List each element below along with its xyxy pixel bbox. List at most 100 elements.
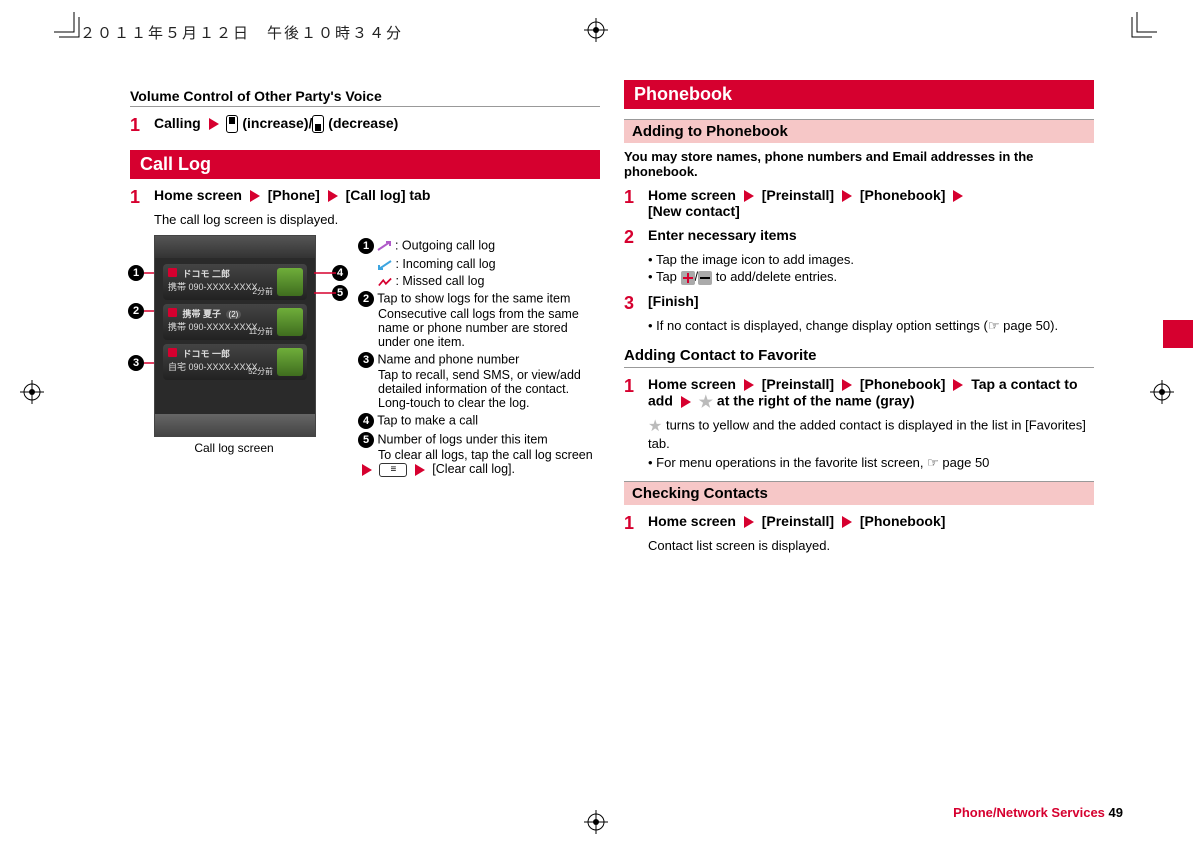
hand-pointer-icon xyxy=(927,455,939,470)
row-meta: 2分前 xyxy=(253,286,273,297)
desc-text: turns to yellow and the added contact is… xyxy=(648,417,1086,451)
call-button-icon xyxy=(277,308,303,336)
step-text: Home screen xyxy=(648,513,736,529)
fav-step-1: 1 Home screen [Preinstall] [Phonebook] T… xyxy=(624,376,1094,412)
right-column: Phonebook Adding to Phonebook You may st… xyxy=(624,80,1094,557)
phone-call-row: ドコモ 一郎 自宅 090-XXXX-XXXX 52分前 xyxy=(163,344,307,380)
bullet: If no contact is displayed, change displ… xyxy=(648,318,1094,334)
bullet-text: to add/delete entries. xyxy=(712,269,837,284)
legend-text: Name and phone number xyxy=(377,352,519,366)
step-text: Home screen xyxy=(648,187,736,203)
row-name: ドコモ 一郎 xyxy=(183,349,231,359)
triangle-icon xyxy=(842,379,852,391)
adding-subheading: Adding to Phonebook xyxy=(624,119,1094,143)
triangle-icon xyxy=(953,379,963,391)
phonebook-intro: You may store names, phone numbers and E… xyxy=(624,149,1094,179)
step-number: 3 xyxy=(624,293,648,314)
menu-key-icon: ≡ xyxy=(379,463,407,477)
legend-text: [Clear call log]. xyxy=(432,462,515,476)
triangle-icon xyxy=(328,190,338,202)
legend-text: Tap to show logs for the same item xyxy=(377,291,570,305)
checking-subheading: Checking Contacts xyxy=(624,481,1094,505)
favorite-subheading: Adding Contact to Favorite xyxy=(624,344,1094,368)
row-meta: 11分前 xyxy=(249,326,273,337)
phone-bottom-bar xyxy=(155,414,315,436)
step-text: at the right of the name (gray) xyxy=(717,392,915,408)
bullet-text: For menu operations in the favorite list… xyxy=(656,455,927,470)
footer-section: Phone/Network Services xyxy=(953,805,1105,820)
star-icon: ★ xyxy=(699,394,713,411)
volume-down-icon xyxy=(312,115,324,133)
step-text: Enter necessary items xyxy=(648,227,1094,243)
step-text: [Preinstall] xyxy=(762,187,834,203)
step-text: [Phonebook] xyxy=(860,376,946,392)
phone-tabs-bar xyxy=(155,236,315,258)
content-columns: Volume Control of Other Party's Voice 1 … xyxy=(130,80,1133,557)
check-step-1: 1 Home screen [Preinstall] [Phonebook] xyxy=(624,513,1094,534)
step-text: Calling xyxy=(154,115,201,131)
step-number: 1 xyxy=(624,513,648,534)
hand-pointer-icon xyxy=(988,318,1000,333)
registration-mark-icon xyxy=(584,18,608,42)
legend-text: Tap to recall, send SMS, or view/add det… xyxy=(378,368,600,396)
annotation-line-icon xyxy=(314,235,344,435)
header-date: ２０１１年５月１２日 午後１０時３４分 xyxy=(80,22,403,43)
missed-icon xyxy=(378,277,392,287)
bullet-text: If no contact is displayed, change displ… xyxy=(656,318,988,333)
add-step-3: 3 [Finish] xyxy=(624,293,1094,314)
annotation-badge-2: 2 xyxy=(128,303,144,319)
row-meta: 52分前 xyxy=(248,366,273,377)
step-number: 1 xyxy=(130,115,154,136)
bullet: Tap / to add/delete entries. xyxy=(648,269,1094,285)
legend-num-3: 3 xyxy=(358,352,374,368)
step-text: [Preinstall] xyxy=(762,513,834,529)
row-sub: 携帯 090-XXXX-XXXX xyxy=(168,322,258,332)
triangle-icon xyxy=(744,190,754,202)
fav-desc: ★ turns to yellow and the added contact … xyxy=(648,416,1094,451)
step-text: [Call log] tab xyxy=(346,187,431,203)
footer-page: 49 xyxy=(1109,805,1123,820)
step-text: [New contact] xyxy=(648,203,740,219)
step-text: [Preinstall] xyxy=(762,376,834,392)
volume-step-1: 1 Calling (increase)/ (decrease) xyxy=(130,115,600,136)
bullet-text: Tap the image icon to add images. xyxy=(648,252,1094,267)
triangle-icon xyxy=(415,464,425,476)
step-number: 1 xyxy=(130,187,154,208)
legend-text: : Missed call log xyxy=(395,274,484,288)
add-step-1: 1 Home screen [Preinstall] [Phonebook] [… xyxy=(624,187,1094,219)
triangle-icon xyxy=(681,396,691,408)
call-log-heading: Call Log xyxy=(130,150,600,179)
volume-control-heading: Volume Control of Other Party's Voice xyxy=(130,88,600,107)
call-button-icon xyxy=(277,348,303,376)
bullet-text: page 50). xyxy=(1000,318,1059,333)
annotation-badge-1: 1 xyxy=(128,265,144,281)
star-icon: ★ xyxy=(648,418,662,435)
crop-mark-icon xyxy=(1127,12,1157,42)
triangle-icon xyxy=(209,118,219,130)
legend-text: : Incoming call log xyxy=(395,257,495,271)
registration-mark-icon xyxy=(584,810,608,834)
legend-text: Long-touch to clear the log. xyxy=(378,396,600,410)
phone-call-row: 携帯 夏子 (2) 携帯 090-XXXX-XXXX 11分前 xyxy=(163,304,307,340)
triangle-icon xyxy=(953,190,963,202)
bullet-text: Tap xyxy=(656,269,681,284)
bullet: For menu operations in the favorite list… xyxy=(648,455,1094,471)
phone-screenshot: ドコモ 二郎 携帯 090-XXXX-XXXX 2分前 携帯 夏子 (2) 携帯… xyxy=(154,235,316,437)
legend-num-5: 5 xyxy=(358,432,374,448)
triangle-icon xyxy=(250,190,260,202)
step-text: Home screen xyxy=(648,376,736,392)
triangle-icon xyxy=(744,379,754,391)
legend: 1 : Outgoing call log : Incoming call lo… xyxy=(358,235,600,480)
step-number: 1 xyxy=(624,376,648,397)
page: ２０１１年５月１２日 午後１０時３４分 Volume Control of Ot… xyxy=(0,0,1193,850)
row-badge: (2) xyxy=(226,310,242,319)
triangle-icon xyxy=(362,464,372,476)
left-column: Volume Control of Other Party's Voice 1 … xyxy=(130,80,600,557)
row-sub: 携帯 090-XXXX-XXXX xyxy=(168,282,258,292)
call-log-desc: The call log screen is displayed. xyxy=(154,212,600,227)
incoming-icon xyxy=(378,260,392,270)
legend-num-1: 1 xyxy=(358,238,374,254)
call-log-step-1: 1 Home screen [Phone] [Call log] tab xyxy=(130,187,600,208)
triangle-icon xyxy=(842,190,852,202)
step-text: (decrease) xyxy=(328,115,398,131)
